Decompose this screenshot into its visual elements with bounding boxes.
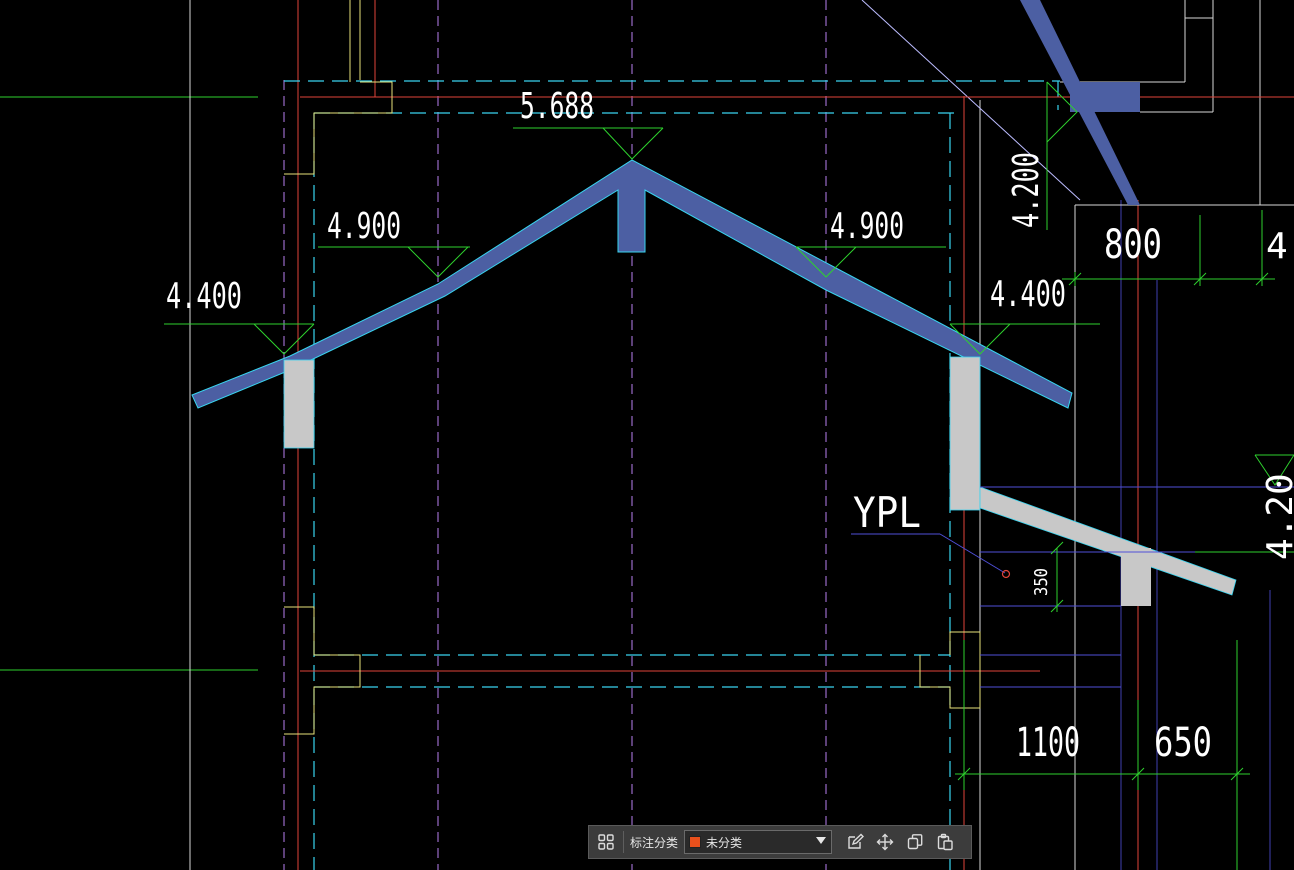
elevation-right-mid: 4.900 bbox=[830, 206, 904, 247]
category-swatch bbox=[689, 836, 702, 848]
elevation-left-eave: 4.400 bbox=[166, 276, 242, 317]
cad-canvas[interactable]: 5.688 4.900 4.900 4.400 4.400 4.200 4 4.… bbox=[0, 0, 1294, 870]
elevation-right-edge-partial: 4 bbox=[1266, 226, 1288, 267]
elevation-right-eave: 4.400 bbox=[990, 274, 1066, 315]
dimension-650: 650 bbox=[1154, 720, 1212, 766]
left-wall bbox=[283, 359, 315, 449]
chevron-down-icon bbox=[816, 837, 827, 844]
grid-icon[interactable] bbox=[593, 829, 619, 855]
upper-beam bbox=[1070, 82, 1140, 112]
copy-icon[interactable] bbox=[902, 829, 928, 855]
dimension-350: 350 bbox=[1031, 568, 1052, 596]
category-label: 标注分类 bbox=[630, 835, 679, 850]
category-dropdown[interactable]: 未分类 bbox=[684, 830, 833, 854]
edit-icon[interactable] bbox=[842, 829, 868, 855]
toolbar-divider bbox=[623, 831, 624, 853]
canopy-post bbox=[1121, 548, 1151, 606]
dimension-800: 800 bbox=[1104, 222, 1162, 268]
move-icon[interactable] bbox=[872, 829, 898, 855]
elevation-right-edge-rotated: 4.20 bbox=[1260, 473, 1294, 560]
elevation-upper-right: 4.200 bbox=[1006, 152, 1047, 228]
right-wall bbox=[949, 356, 981, 511]
ypl-label: YPL bbox=[853, 488, 921, 537]
elevation-ridge: 5.688 bbox=[520, 86, 594, 127]
annotation-toolbar: 标注分类 未分类 bbox=[588, 825, 972, 859]
elevation-left-mid: 4.900 bbox=[327, 206, 401, 247]
category-value: 未分类 bbox=[706, 835, 743, 850]
dimension-1100: 1100 bbox=[1016, 720, 1080, 766]
paste-icon[interactable] bbox=[932, 829, 958, 855]
